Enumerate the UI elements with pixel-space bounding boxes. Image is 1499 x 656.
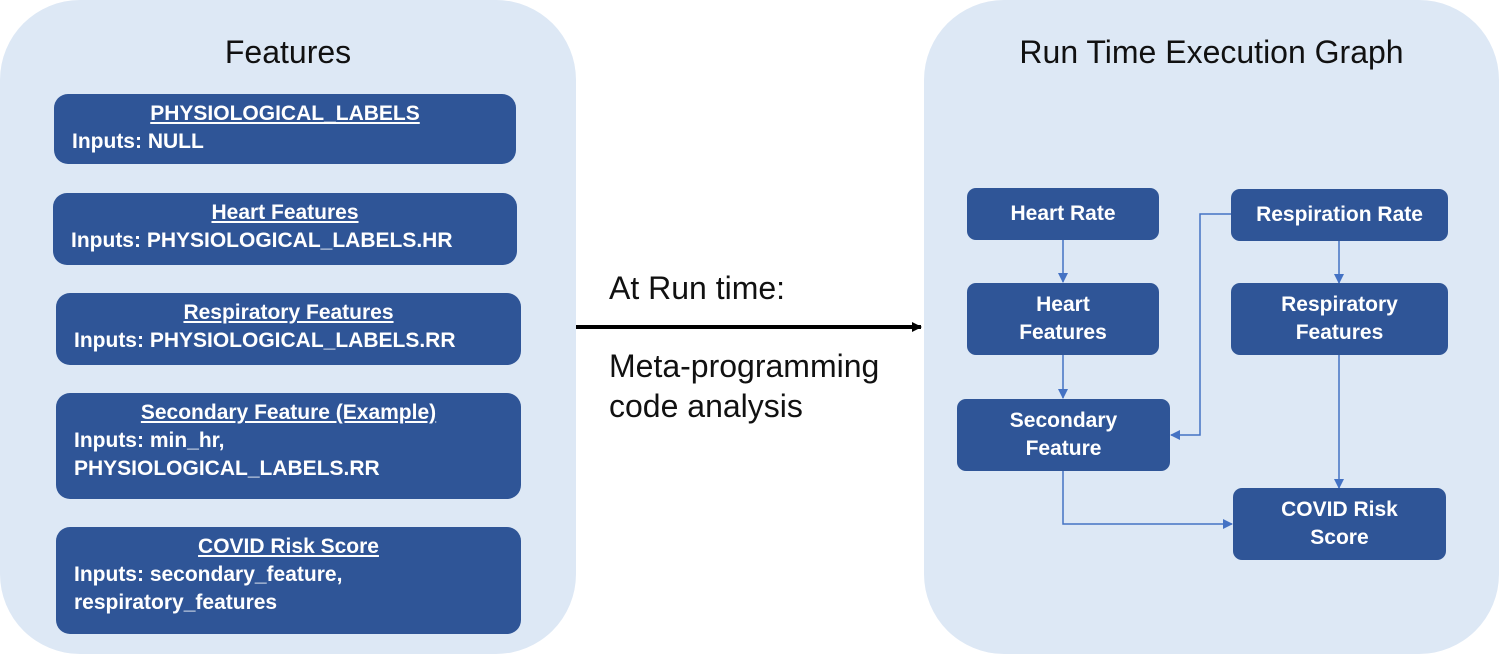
edge-respiration-rate-to-secondary-feature (1170, 213, 1231, 440)
node-heart-features: Heart Features (967, 283, 1159, 355)
node-heart-rate: Heart Rate (967, 188, 1159, 240)
node-secondary-feature: Secondary Feature (957, 399, 1170, 471)
node-respiratory-features: Respiratory Features (1231, 283, 1448, 355)
node-respiration-rate: Respiration Rate (1231, 189, 1448, 241)
edge-secondary-feature-to-covid-risk-score (1062, 471, 1233, 529)
node-covid-risk-score: COVID Risk Score (1233, 488, 1446, 560)
